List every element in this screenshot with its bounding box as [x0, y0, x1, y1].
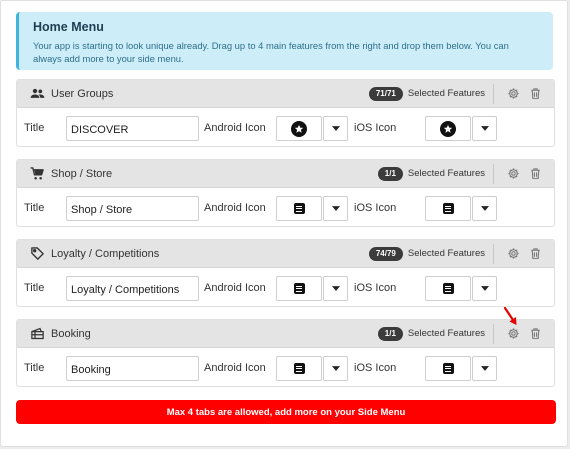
ios-icon-picker[interactable]	[425, 356, 471, 381]
note-icon	[293, 203, 305, 214]
tab-card-body: Title Android Icon iOS Icon	[17, 268, 554, 307]
android-icon-label: Android Icon	[204, 282, 266, 294]
tab-card-header: Shop / Store 1/1 Selected Features	[17, 160, 554, 188]
ios-icon-label: iOS Icon	[354, 362, 397, 374]
title-input[interactable]	[66, 116, 199, 141]
annotation-arrow-icon	[503, 306, 517, 325]
note-icon	[442, 283, 454, 294]
note-icon	[293, 283, 305, 294]
chevron-down-icon	[331, 206, 340, 211]
home-menu-info-box: Home Menu Your app is starting to look u…	[16, 12, 553, 70]
ios-icon-picker[interactable]	[425, 276, 471, 301]
android-icon-dropdown[interactable]	[323, 356, 348, 381]
gear-icon[interactable]	[506, 247, 520, 261]
selected-features-label: Selected Features	[407, 168, 485, 179]
title-input[interactable]	[66, 276, 199, 301]
tab-card-body: Title Android Icon iOS Icon	[17, 348, 554, 387]
android-icon-label: Android Icon	[204, 202, 266, 214]
chevron-down-icon	[480, 366, 489, 371]
android-icon-label: Android Icon	[204, 122, 266, 134]
selected-features-label: Selected Features	[407, 248, 485, 259]
chevron-down-icon	[331, 366, 340, 371]
ios-icon-label: iOS Icon	[354, 202, 397, 214]
chevron-down-icon	[480, 126, 489, 131]
ios-icon-picker[interactable]	[425, 116, 471, 141]
divider	[493, 323, 494, 344]
ticket-icon	[29, 326, 45, 342]
info-title: Home Menu	[33, 20, 104, 34]
ios-icon-label: iOS Icon	[354, 122, 397, 134]
tag-icon	[29, 246, 45, 262]
info-text: Your app is starting to look unique alre…	[33, 40, 509, 64]
chevron-down-icon	[331, 126, 340, 131]
android-icon-picker[interactable]	[276, 196, 322, 221]
tab-card-body: Title Android Icon iOS Icon	[17, 108, 554, 147]
title-label: Title	[24, 282, 45, 294]
cart-icon	[29, 166, 45, 182]
tab-card-header: User Groups 71/71 Selected Features	[17, 80, 554, 108]
divider	[493, 83, 494, 104]
trash-icon[interactable]	[528, 87, 542, 101]
ios-icon-dropdown[interactable]	[472, 116, 497, 141]
android-icon-dropdown[interactable]	[323, 276, 348, 301]
divider	[493, 243, 494, 264]
selected-features-label: Selected Features	[407, 328, 485, 339]
ios-icon-dropdown[interactable]	[472, 356, 497, 381]
note-icon	[442, 203, 454, 214]
title-label: Title	[24, 202, 45, 214]
star-icon	[291, 120, 307, 137]
ios-icon-label: iOS Icon	[354, 282, 397, 294]
chevron-down-icon	[480, 206, 489, 211]
title-input[interactable]	[66, 196, 199, 221]
tab-card-shop-store[interactable]: Shop / Store 1/1 Selected Features Title…	[16, 159, 555, 227]
tab-feature-name: Booking	[51, 327, 91, 340]
tab-card-loyalty-competitions[interactable]: Loyalty / Competitions 74/79 Selected Fe…	[16, 239, 555, 307]
selected-count-badge: 1/1	[377, 166, 403, 181]
tab-card-body: Title Android Icon iOS Icon	[17, 188, 554, 227]
title-label: Title	[24, 122, 45, 134]
android-icon-picker[interactable]	[276, 356, 322, 381]
chevron-down-icon	[480, 286, 489, 291]
selected-count-badge: 74/79	[368, 246, 403, 261]
selected-count-badge: 71/71	[368, 86, 403, 101]
tab-card-booking[interactable]: Booking 1/1 Selected Features Title Andr…	[16, 319, 555, 387]
tab-feature-name: Shop / Store	[51, 167, 113, 180]
gear-icon[interactable]	[506, 167, 520, 181]
users-icon	[29, 86, 45, 102]
divider	[493, 163, 494, 184]
tab-card-user-groups[interactable]: User Groups 71/71 Selected Features Titl…	[16, 79, 555, 147]
tab-card-header: Loyalty / Competitions 74/79 Selected Fe…	[17, 240, 554, 268]
android-icon-picker[interactable]	[276, 276, 322, 301]
trash-icon[interactable]	[528, 327, 542, 341]
android-icon-label: Android Icon	[204, 362, 266, 374]
title-input[interactable]	[66, 356, 199, 381]
tab-card-header: Booking 1/1 Selected Features	[17, 320, 554, 348]
max-tabs-alert-text: Max 4 tabs are allowed, add more on your…	[166, 406, 406, 418]
max-tabs-alert: Max 4 tabs are allowed, add more on your…	[16, 400, 556, 424]
gear-icon[interactable]	[506, 87, 520, 101]
title-label: Title	[24, 362, 45, 374]
note-icon	[293, 363, 305, 374]
android-icon-dropdown[interactable]	[323, 196, 348, 221]
ios-icon-dropdown[interactable]	[472, 196, 497, 221]
ios-icon-dropdown[interactable]	[472, 276, 497, 301]
tab-feature-name: Loyalty / Competitions	[51, 247, 160, 260]
tab-feature-name: User Groups	[51, 87, 114, 100]
chevron-down-icon	[331, 286, 340, 291]
selected-features-label: Selected Features	[407, 88, 485, 99]
home-menu-panel: Home Menu Your app is starting to look u…	[0, 0, 568, 447]
trash-icon[interactable]	[528, 167, 542, 181]
ios-icon-picker[interactable]	[425, 196, 471, 221]
star-icon	[440, 120, 456, 137]
android-icon-picker[interactable]	[276, 116, 322, 141]
selected-count-badge: 1/1	[377, 326, 403, 341]
android-icon-dropdown[interactable]	[323, 116, 348, 141]
trash-icon[interactable]	[528, 247, 542, 261]
note-icon	[442, 363, 454, 374]
